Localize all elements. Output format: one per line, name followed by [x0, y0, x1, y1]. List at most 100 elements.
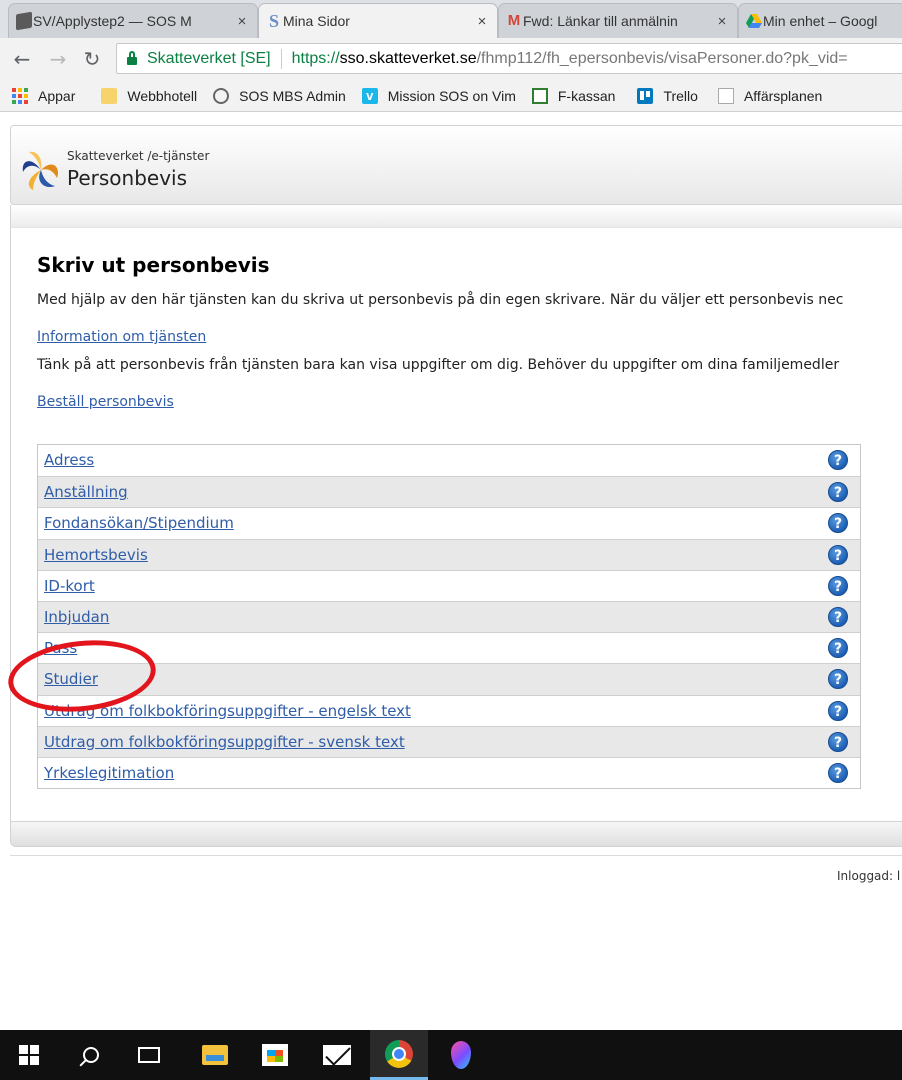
certificate-row-utdrag-svensk: Utdrag om folkbokföringsuppgifter - sven…: [38, 725, 860, 757]
swirl-icon: [213, 87, 230, 104]
chrome-icon: [385, 1039, 413, 1068]
certificate-row-studier: Studier ?: [38, 663, 860, 695]
forward-arrow-icon[interactable]: →: [46, 47, 70, 71]
close-icon[interactable]: ×: [475, 13, 489, 30]
bookmark-label: Affärsplanen: [743, 87, 823, 104]
browser-tab-drive[interactable]: Min enhet – Googl: [738, 3, 902, 38]
document-icon: [717, 87, 734, 104]
bookmark-label: Mission SOS on Vim: [387, 87, 516, 104]
certificate-link[interactable]: Inbjudan: [44, 608, 109, 626]
tab-title: SV/Applystep2 — SOS M: [33, 13, 192, 29]
tab-title: Min enhet – Googl: [763, 13, 878, 29]
bookmark-affarsplanen[interactable]: Affärsplanen: [717, 87, 823, 104]
lock-icon: [127, 50, 137, 65]
gmail-icon: M: [507, 12, 521, 29]
web-page: Skatteverket /e-tjänster Personbevis Skr…: [0, 113, 902, 1030]
drive-icon: [746, 14, 762, 28]
bookmark-label: Webbhotell: [127, 87, 198, 104]
url-scheme: https://: [291, 49, 340, 67]
certificate-link[interactable]: Utdrag om folkbokföringsuppgifter - sven…: [44, 733, 405, 751]
certificate-link[interactable]: Fondansökan/Stipendium: [44, 514, 234, 532]
certificate-row-utdrag-engelsk: Utdrag om folkbokföringsuppgifter - enge…: [38, 694, 860, 726]
windows-taskbar: [0, 1030, 902, 1080]
address-bar[interactable]: Skatteverket [SE] https:// sso.skattever…: [116, 43, 902, 74]
bookmark-trello[interactable]: Trello: [637, 87, 698, 104]
certificate-link[interactable]: ID-kort: [44, 577, 95, 595]
task-view-button[interactable]: [120, 1030, 178, 1080]
tab-title: Mina Sidor: [283, 13, 350, 29]
help-icon[interactable]: ?: [828, 606, 848, 627]
browser-toolbar: ← → ↻ Skatteverket [SE] https:// sso.ska…: [0, 38, 902, 80]
folder-icon: [101, 87, 118, 104]
site-title: Personbevis: [67, 166, 188, 190]
help-icon[interactable]: ?: [828, 762, 848, 783]
mail-icon: [323, 1045, 351, 1065]
s-logo-icon: S: [268, 11, 279, 31]
secure-site-label: Skatteverket [SE]: [147, 49, 271, 67]
paint-3d-button[interactable]: [432, 1030, 490, 1080]
help-icon[interactable]: ?: [828, 700, 848, 721]
screen: SV/Applystep2 — SOS M × S Mina Sidor × M…: [0, 0, 902, 1080]
help-icon[interactable]: ?: [828, 575, 848, 596]
content-footer-bar: [10, 821, 902, 847]
windows-logo-icon: [19, 1045, 39, 1065]
bookmark-f-kassan[interactable]: F-kassan: [531, 87, 615, 104]
help-icon[interactable]: ?: [828, 482, 848, 503]
close-icon[interactable]: ×: [715, 13, 729, 30]
file-explorer-button[interactable]: [186, 1030, 244, 1080]
certificate-row-adress: Adress ?: [38, 445, 860, 477]
reload-icon[interactable]: ↻: [80, 47, 104, 71]
certificate-link[interactable]: Anställning: [44, 483, 128, 501]
page-title: Skriv ut personbevis: [37, 253, 270, 277]
order-certificate-link[interactable]: Beställ personbevis: [37, 394, 174, 410]
trello-icon: [637, 87, 654, 104]
start-button[interactable]: [0, 1030, 58, 1080]
paint-3d-icon: [451, 1041, 471, 1069]
footer-divider: [10, 855, 902, 856]
store-button[interactable]: [246, 1030, 304, 1080]
bookmarks-bar: Appar Webbhotell SOS MBS Admin v Mission…: [0, 80, 902, 112]
bookmark-webbhotell[interactable]: Webbhotell: [101, 87, 198, 104]
close-icon[interactable]: ×: [235, 13, 249, 30]
bookmark-sos-mbs-admin[interactable]: SOS MBS Admin: [213, 87, 346, 104]
address-separator: [280, 48, 282, 69]
skatteverket-logo-icon: [22, 151, 59, 190]
intro-text: Med hjälp av den här tjänsten kan du skr…: [37, 292, 844, 308]
mail-button[interactable]: [308, 1030, 366, 1080]
bookmark-appar[interactable]: Appar: [12, 87, 76, 104]
certificate-row-id-kort: ID-kort ?: [38, 569, 860, 601]
help-icon[interactable]: ?: [828, 513, 848, 534]
url-path: /fhmp112/fh_epersonbevis/visaPersoner.do…: [476, 49, 848, 67]
back-arrow-icon[interactable]: ←: [10, 47, 34, 71]
cube-icon: [16, 11, 32, 31]
help-icon[interactable]: ?: [828, 669, 848, 690]
vimeo-icon: v: [361, 87, 378, 104]
chrome-taskbar-button[interactable]: [370, 1030, 428, 1080]
taskbar-search-button[interactable]: [62, 1030, 120, 1080]
bookmark-label: Appar: [38, 87, 76, 104]
flag-icon: [531, 87, 548, 104]
bookmark-label: Trello: [663, 87, 698, 104]
store-icon: [262, 1044, 288, 1066]
certificate-link[interactable]: Hemortsbevis: [44, 546, 148, 564]
help-icon[interactable]: ?: [828, 450, 848, 470]
browser-tab-strip: SV/Applystep2 — SOS M × S Mina Sidor × M…: [0, 0, 902, 38]
bookmark-label: SOS MBS Admin: [239, 87, 346, 104]
help-icon[interactable]: ?: [828, 544, 848, 565]
certificate-link[interactable]: Yrkeslegitimation: [44, 764, 174, 782]
browser-tab-mina-sidor[interactable]: S Mina Sidor ×: [258, 3, 498, 38]
bookmark-mission-sos-vimeo[interactable]: v Mission SOS on Vim: [361, 87, 516, 104]
information-link[interactable]: Information om tjänsten: [37, 329, 206, 345]
certificate-row-inbjudan: Inbjudan ?: [38, 600, 860, 633]
certificate-link[interactable]: Adress: [44, 451, 94, 469]
apps-grid-icon: [12, 87, 28, 104]
help-icon[interactable]: ?: [828, 731, 848, 752]
site-subtitle: Skatteverket /e-tjänster: [67, 149, 210, 163]
help-icon[interactable]: ?: [828, 638, 848, 659]
browser-tab-gmail[interactable]: M Fwd: Länkar till anmälnin ×: [498, 3, 738, 38]
task-view-icon: [138, 1047, 160, 1063]
certificate-row-anstallning: Anställning ?: [38, 476, 860, 508]
site-header: Skatteverket /e-tjänster Personbevis: [10, 125, 902, 205]
file-explorer-icon: [202, 1045, 228, 1065]
browser-tab-applystep[interactable]: SV/Applystep2 — SOS M ×: [8, 3, 258, 38]
